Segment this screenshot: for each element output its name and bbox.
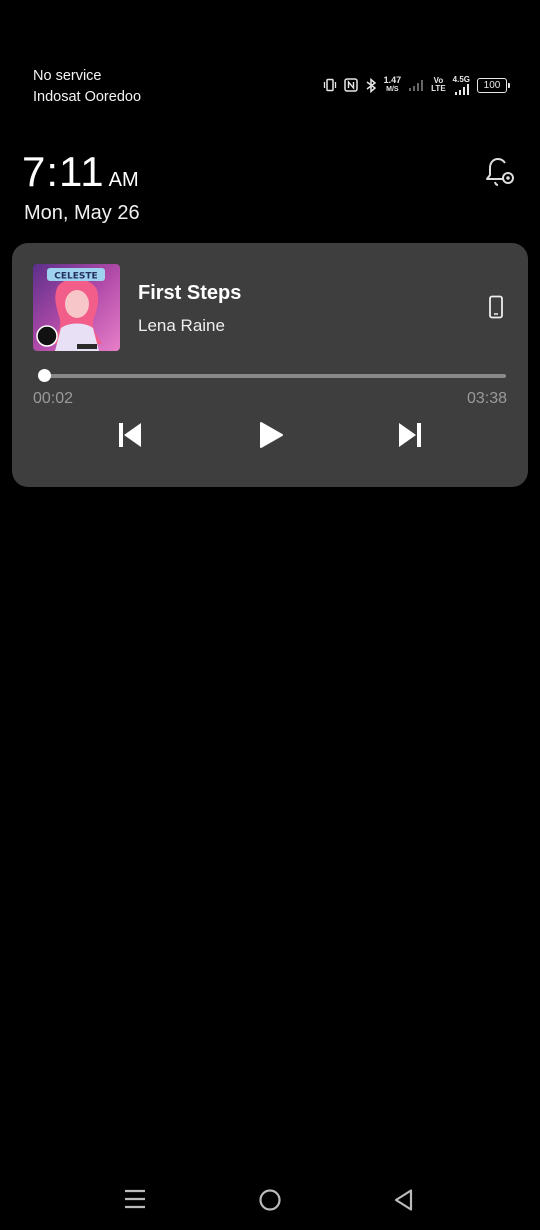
next-track-button[interactable] (397, 420, 423, 455)
status-bar-right: 1.47 M/S Vo LTE 4.5G 100 (323, 72, 510, 98)
status-bar-left: No service Indosat Ooredoo (33, 66, 141, 108)
signal-icon: 4.5G (452, 74, 470, 95)
volte-icon: Vo LTE (431, 77, 446, 93)
album-art: CELESTE (33, 264, 120, 351)
lockscreen-date: Mon, May 26 (24, 202, 140, 224)
elapsed-time: 00:02 (33, 390, 74, 407)
battery-icon: 100 (477, 77, 510, 93)
album-art-title: CELESTE (54, 272, 97, 282)
song-artist: Lena Raine (138, 316, 225, 335)
clock-time: 7:11 (22, 148, 105, 195)
vibrate-icon (323, 78, 337, 92)
network-speed: 1.47 M/S (384, 76, 402, 94)
home-icon[interactable] (258, 1188, 282, 1217)
carrier-status: No service (33, 68, 102, 84)
back-icon[interactable] (393, 1188, 415, 1217)
menu-icon[interactable] (124, 1188, 146, 1215)
notification-settings-icon[interactable] (484, 156, 516, 195)
previous-track-button[interactable] (117, 420, 143, 455)
phone-icon[interactable] (488, 295, 504, 324)
clock-ampm: AM (108, 169, 139, 191)
nfc-icon (343, 78, 358, 92)
network-speed-unit: M/S (386, 86, 399, 93)
media-player-card[interactable]: CELESTE First Steps Lena Raine 00:02 03:… (12, 243, 528, 487)
network-speed-value: 1.47 (383, 75, 402, 85)
battery-level: 100 (483, 79, 501, 91)
signal-weak-icon (408, 79, 424, 91)
play-button[interactable] (258, 420, 284, 455)
total-duration: 03:38 (466, 390, 507, 407)
playback-seekbar[interactable] (38, 369, 506, 382)
volte-bottom: LTE (431, 84, 446, 93)
navigation-bar (0, 1180, 540, 1220)
seekbar-thumb[interactable] (38, 369, 52, 382)
song-title: First Steps (138, 282, 242, 304)
network-type: 4.5G (452, 74, 470, 84)
carrier-name: Indosat Ooredoo (33, 89, 142, 105)
lockscreen-clock: 7:11 AM (22, 148, 139, 196)
bluetooth-icon (365, 77, 377, 93)
